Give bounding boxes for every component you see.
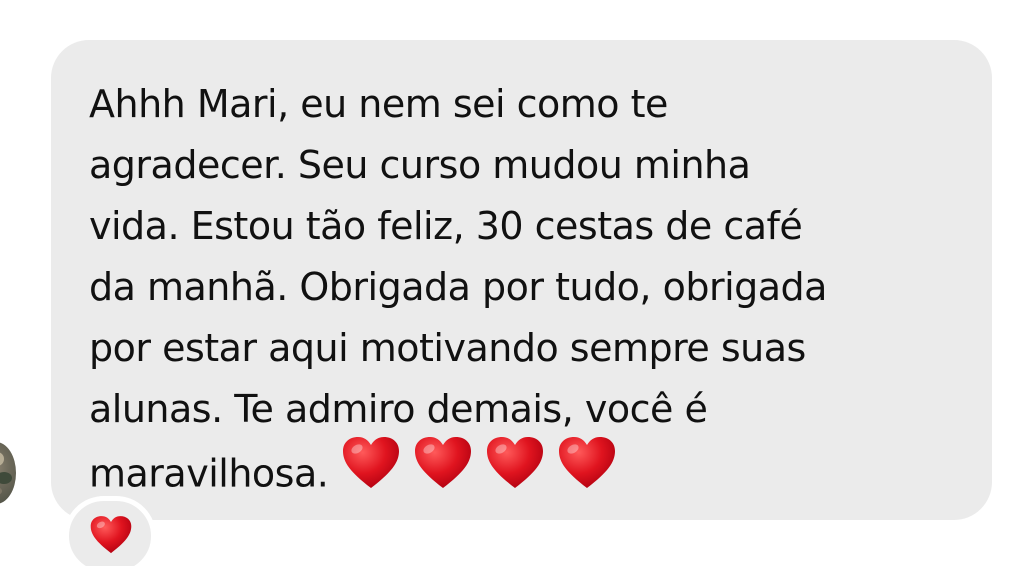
reaction-badge[interactable] — [64, 496, 156, 566]
heart-icon — [414, 436, 472, 508]
message-text: Ahhh Mari, eu nem sei como te agradecer.… — [89, 74, 962, 512]
chat-view: Ahhh Mari, eu nem sei como te agradecer.… — [0, 0, 1023, 566]
avatar[interactable] — [0, 442, 16, 504]
message-body: Ahhh Mari, eu nem sei como te agradecer.… — [89, 82, 827, 496]
message-bubble[interactable]: Ahhh Mari, eu nem sei como te agradecer.… — [51, 40, 992, 520]
heart-icon — [342, 436, 400, 508]
heart-icon — [90, 515, 132, 559]
heart-icon — [486, 436, 544, 508]
heart-icon — [558, 436, 616, 508]
